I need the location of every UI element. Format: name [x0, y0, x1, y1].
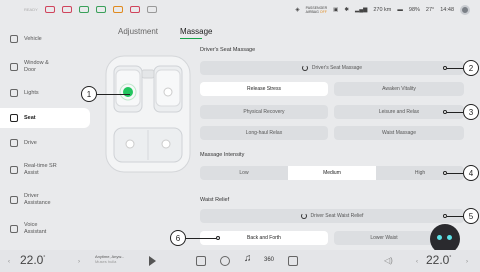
sr-assist-icon [10, 166, 18, 174]
360-view-icon[interactable]: 360 [264, 257, 280, 267]
mode-release-stress[interactable]: Release Stress [200, 82, 328, 96]
eco-icon [78, 6, 89, 13]
media-info[interactable]: Anytime, Anyw... Muses hulla [95, 254, 124, 264]
power-icon [300, 213, 307, 219]
ready-indicator: READY [24, 7, 38, 12]
callout-5: 5 [463, 208, 479, 224]
robot-eye [447, 235, 452, 240]
drivers-seat-massage-button[interactable]: Driver's Seat Massage [200, 61, 464, 75]
left-temperature[interactable]: 22.0° [20, 253, 45, 267]
intensity-medium[interactable]: Medium [288, 166, 376, 180]
car-icon[interactable] [220, 256, 230, 266]
callout-2: 2 [463, 60, 479, 76]
massage-intensity-title: Massage Intensity [200, 152, 245, 158]
range-text: 270 km [373, 7, 392, 13]
profile-avatar[interactable] [460, 5, 470, 15]
indicator-icon [146, 6, 157, 13]
home-icon[interactable] [196, 256, 206, 266]
seat-icon [10, 114, 18, 122]
sidebar-item-vehicle[interactable]: Vehicle [0, 31, 90, 47]
voice-icon [10, 225, 18, 233]
mode-long-haul-relax[interactable]: Long-haul Relax [200, 126, 328, 140]
waist-relief-button[interactable]: Driver Seat Waist Relief [200, 209, 464, 223]
mode-waist-massage[interactable]: Waist Massage [334, 126, 464, 140]
volume-icon[interactable]: ◁) [384, 256, 393, 265]
status-bar: READY ◈ PASSENGER AIRBAG OFF ▣ ✱ ▂▄▆ 270… [0, 0, 480, 22]
fault-icon [112, 6, 123, 13]
right-temperature[interactable]: 22.0° [426, 253, 451, 267]
callout-1: 1 [81, 86, 97, 102]
warning-icon [61, 6, 72, 13]
sidebar-item-lights[interactable]: Lights [0, 85, 90, 101]
outside-temp: 27° [425, 7, 435, 13]
callout-anchor [216, 236, 220, 240]
power-icon [301, 65, 308, 71]
bottom-dock [0, 250, 480, 272]
tire-icon [95, 6, 106, 13]
mode-awaken-vitality[interactable]: Awaken Vitality [334, 82, 464, 96]
callout-6: 6 [170, 230, 186, 246]
robot-eye [437, 235, 442, 240]
car-icon [10, 35, 18, 43]
bluetooth-icon: ✱ [344, 7, 349, 13]
callout-3: 3 [463, 104, 479, 120]
sidebar: Vehicle Window & Door Lights Seat Drive … [0, 22, 92, 250]
callout-line [186, 238, 216, 239]
car-seat-diagram [105, 55, 191, 173]
temp-left-increase[interactable]: › [78, 259, 80, 265]
sidebar-item-voice-assistant[interactable]: Voice Assistant [0, 218, 90, 240]
waist-lower-waist[interactable]: Lower Waist [334, 231, 434, 245]
waist-relief-title: Waist Relief [200, 197, 230, 203]
temp-left-decrease[interactable]: ‹ [8, 259, 10, 265]
sidebar-item-seat[interactable]: Seat [0, 108, 90, 128]
battery-text: 98% [408, 7, 420, 13]
active-seat-indicator [123, 87, 133, 97]
callout-line [447, 216, 463, 217]
clock: 14:48 [440, 7, 454, 13]
callout-4: 4 [463, 165, 479, 181]
signal-icon: ▂▄▆ [354, 7, 368, 13]
light-icon [10, 89, 18, 97]
music-icon[interactable]: ♫ [244, 253, 254, 264]
play-icon[interactable] [149, 256, 156, 266]
window-icon [10, 63, 18, 71]
sidebar-item-drive[interactable]: Drive [0, 135, 90, 151]
sidebar-item-window-door[interactable]: Window & Door [0, 56, 90, 78]
tab-adjustment[interactable]: Adjustment [118, 27, 158, 36]
abs-icon [129, 6, 140, 13]
network-icon: ◈ [295, 7, 300, 13]
temp-right-increase[interactable]: › [466, 259, 468, 265]
callout-line [97, 94, 130, 95]
sidebar-item-sr-assist[interactable]: Real-time SR Assist [0, 159, 90, 181]
callout-line [447, 112, 463, 113]
apps-icon[interactable] [288, 256, 298, 266]
temp-right-decrease[interactable]: ‹ [416, 259, 418, 265]
gamepad-icon: ▣ [333, 7, 339, 13]
seat-tabs: Adjustment Massage [118, 27, 213, 39]
callout-line [447, 68, 463, 69]
driver-assist-icon [10, 196, 18, 204]
sidebar-item-driver-assistance[interactable]: Driver Assistance [0, 189, 90, 211]
passenger-airbag-status: PASSENGER AIRBAG OFF [305, 6, 328, 14]
callout-line [447, 173, 463, 174]
steering-icon [10, 139, 18, 147]
mode-physical-recovery[interactable]: Physical Recovery [200, 105, 328, 119]
warning-icon [44, 6, 55, 13]
drivers-seat-massage-title: Driver's Seat Massage [200, 47, 256, 53]
battery-icon: ▬ [397, 7, 403, 13]
intensity-low[interactable]: Low [200, 166, 288, 180]
tab-massage[interactable]: Massage [180, 27, 213, 39]
